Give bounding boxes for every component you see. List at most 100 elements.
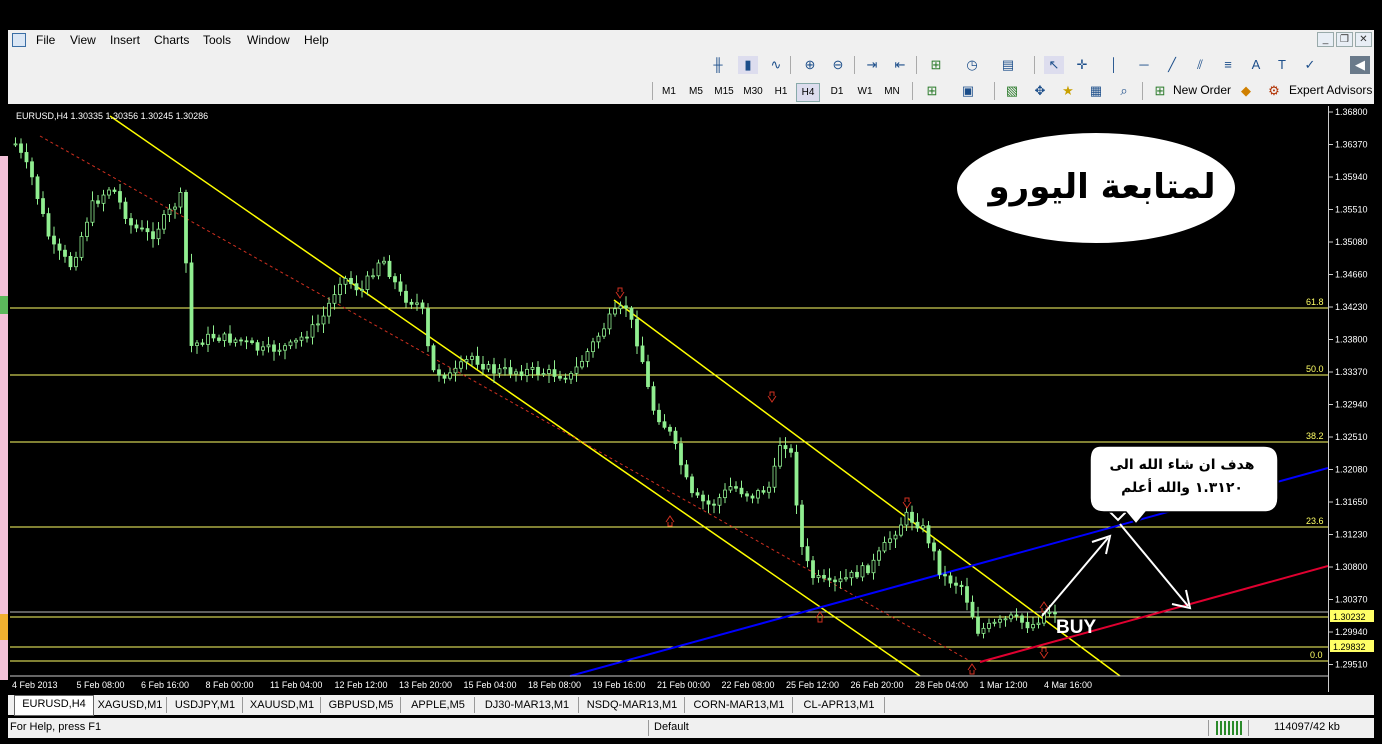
menu-insert[interactable]: Insert bbox=[110, 33, 140, 47]
arrows-icon[interactable]: ✓ bbox=[1300, 56, 1320, 74]
candle-body bbox=[893, 534, 898, 540]
candle-body bbox=[728, 486, 733, 491]
help-icon[interactable]: ◀ bbox=[1350, 56, 1370, 74]
menu-charts[interactable]: Charts bbox=[154, 33, 189, 47]
tab-usdjpy-m1[interactable]: USDJPY,M1 bbox=[168, 697, 243, 713]
restore-icon[interactable]: ❐ bbox=[1336, 32, 1353, 47]
down-arrow-icon bbox=[902, 497, 912, 509]
new-chart-icon[interactable]: ⊞ bbox=[922, 82, 942, 100]
candlestick-icon[interactable]: ▮ bbox=[738, 56, 758, 74]
tab-xauusd-m1[interactable]: XAUUSD,M1 bbox=[244, 697, 321, 713]
favorites-icon[interactable]: ★ bbox=[1058, 82, 1078, 100]
candle-body bbox=[651, 386, 656, 411]
candle-body bbox=[387, 260, 392, 277]
zoom-in-icon[interactable]: ⊕ bbox=[800, 56, 820, 74]
tf-w1[interactable]: W1 bbox=[854, 83, 876, 100]
tf-m1[interactable]: M1 bbox=[658, 83, 680, 100]
candle-body bbox=[140, 227, 144, 230]
tab-cl[interactable]: CL-APR13,M1 bbox=[794, 697, 885, 713]
chart-shift-icon[interactable]: ⇤ bbox=[890, 56, 910, 74]
candle-body bbox=[618, 305, 623, 310]
status-bar: For Help, press F1 Default 114097/42 kb bbox=[0, 716, 1382, 744]
candle-body bbox=[338, 283, 342, 296]
minimize-icon[interactable]: _ bbox=[1317, 32, 1334, 47]
candles bbox=[13, 137, 1057, 639]
zoom-out-icon[interactable]: ⊖ bbox=[828, 56, 848, 74]
close-icon[interactable]: ✕ bbox=[1355, 32, 1372, 47]
tab-gbpusd-m5[interactable]: GBPUSD,M5 bbox=[322, 697, 401, 713]
menu-view[interactable]: View bbox=[70, 33, 96, 47]
tester-icon[interactable]: ⌕ bbox=[1114, 82, 1134, 100]
tab-nsdq[interactable]: NSDQ-MAR13,M1 bbox=[580, 697, 685, 713]
candle-body bbox=[156, 228, 161, 240]
candle-body bbox=[811, 560, 815, 579]
profiles-icon[interactable]: ▣ bbox=[958, 82, 978, 100]
bar-chart-icon[interactable]: ╫ bbox=[708, 56, 728, 74]
crosshair-icon[interactable]: ✛ bbox=[1072, 56, 1092, 74]
menu-file[interactable]: File bbox=[36, 33, 55, 47]
tab-dj30[interactable]: DJ30-MAR13,M1 bbox=[476, 697, 579, 713]
candle-body bbox=[816, 575, 821, 579]
line-chart-icon[interactable]: ∿ bbox=[766, 56, 786, 74]
toolbar-periods: M1 M5 M15 M30 H1 H4 D1 W1 MN ⊞ ▣ ▧ ✥ ★ ▦… bbox=[8, 78, 1374, 104]
candle-body bbox=[310, 324, 315, 338]
text-icon[interactable]: A bbox=[1246, 56, 1266, 74]
expert-advisors-button[interactable]: Expert Advisors bbox=[1289, 83, 1372, 97]
candle-body bbox=[376, 262, 381, 277]
candle-body bbox=[85, 221, 89, 237]
tab-eurusd-h4[interactable]: EURUSD,H4 bbox=[14, 695, 94, 716]
tf-m15[interactable]: M15 bbox=[712, 83, 736, 100]
tf-mn[interactable]: MN bbox=[881, 83, 903, 100]
candle-body bbox=[827, 577, 832, 581]
candle-body bbox=[569, 372, 573, 380]
menu-tools[interactable]: Tools bbox=[203, 33, 231, 47]
fibonacci-icon[interactable]: ≡ bbox=[1218, 56, 1238, 74]
templates-icon[interactable]: ▤ bbox=[998, 56, 1018, 74]
chart-title-ar: لمتابعة اليورو bbox=[987, 167, 1216, 207]
periods-icon[interactable]: ◷ bbox=[962, 56, 982, 74]
tf-m5[interactable]: M5 bbox=[685, 83, 707, 100]
candle-body bbox=[1020, 615, 1024, 623]
tf-d1[interactable]: D1 bbox=[826, 83, 848, 100]
chart-svg[interactable]: 61.8 50.0 38.2 23.6 0.0 لمتابعة اليورو ه… bbox=[10, 106, 1328, 692]
cursor-icon[interactable]: ↖ bbox=[1044, 56, 1064, 74]
candle-body bbox=[481, 363, 485, 370]
tab-apple-m5[interactable]: APPLE,M5 bbox=[402, 697, 475, 713]
y-tick-label: 1.32080 bbox=[1335, 465, 1368, 475]
equidistant-channel-icon[interactable]: ⫽ bbox=[1190, 56, 1210, 74]
fib-label-61.8: 61.8 bbox=[1306, 297, 1324, 307]
candle-body bbox=[563, 377, 568, 380]
candle-body bbox=[624, 305, 628, 309]
tf-h4[interactable]: H4 bbox=[796, 83, 820, 102]
candle-body bbox=[635, 318, 639, 347]
trendline-icon[interactable]: ╱ bbox=[1162, 56, 1182, 74]
candle-body bbox=[981, 627, 986, 634]
tab-corn[interactable]: CORN-MAR13,M1 bbox=[686, 697, 793, 713]
new-order-button[interactable]: New Order bbox=[1173, 83, 1231, 97]
vertical-line-icon[interactable]: │ bbox=[1104, 56, 1124, 74]
new-order-icon[interactable]: ⊞ bbox=[1150, 82, 1170, 100]
candle-body bbox=[79, 236, 84, 258]
indicators-icon[interactable]: ⊞ bbox=[926, 56, 946, 74]
terminal-icon[interactable]: ▦ bbox=[1086, 82, 1106, 100]
expert-advisors-icon[interactable]: ⚙ bbox=[1264, 82, 1284, 100]
horizontal-line-icon[interactable]: ─ bbox=[1134, 56, 1154, 74]
tf-m30[interactable]: M30 bbox=[741, 83, 765, 100]
market-watch-icon[interactable]: ▧ bbox=[1002, 82, 1022, 100]
tf-h1[interactable]: H1 bbox=[770, 83, 792, 100]
y-tick-label: 1.29510 bbox=[1335, 660, 1368, 670]
candle-body bbox=[453, 367, 458, 374]
text-label-icon[interactable]: T bbox=[1272, 56, 1292, 74]
x-tick-label: 13 Feb 20:00 bbox=[399, 680, 452, 690]
menu-help[interactable]: Help bbox=[304, 33, 329, 47]
autoscroll-icon[interactable]: ⇥ bbox=[862, 56, 882, 74]
tab-xagusd-m1[interactable]: XAGUSD,M1 bbox=[94, 697, 167, 713]
x-axis: 4 Feb 2013 5 Feb 08:00 6 Feb 16:00 8 Feb 00… bbox=[10, 675, 1328, 690]
navigator-icon[interactable]: ✥ bbox=[1030, 82, 1050, 100]
chart-area[interactable]: 61.8 50.0 38.2 23.6 0.0 لمتابعة اليورو ه… bbox=[10, 106, 1328, 692]
fractal-markers bbox=[615, 287, 1049, 675]
alert-icon[interactable]: ◆ bbox=[1236, 82, 1256, 100]
candle-body bbox=[107, 189, 111, 196]
menu-window[interactable]: Window bbox=[247, 33, 290, 47]
candle-body bbox=[184, 192, 188, 264]
